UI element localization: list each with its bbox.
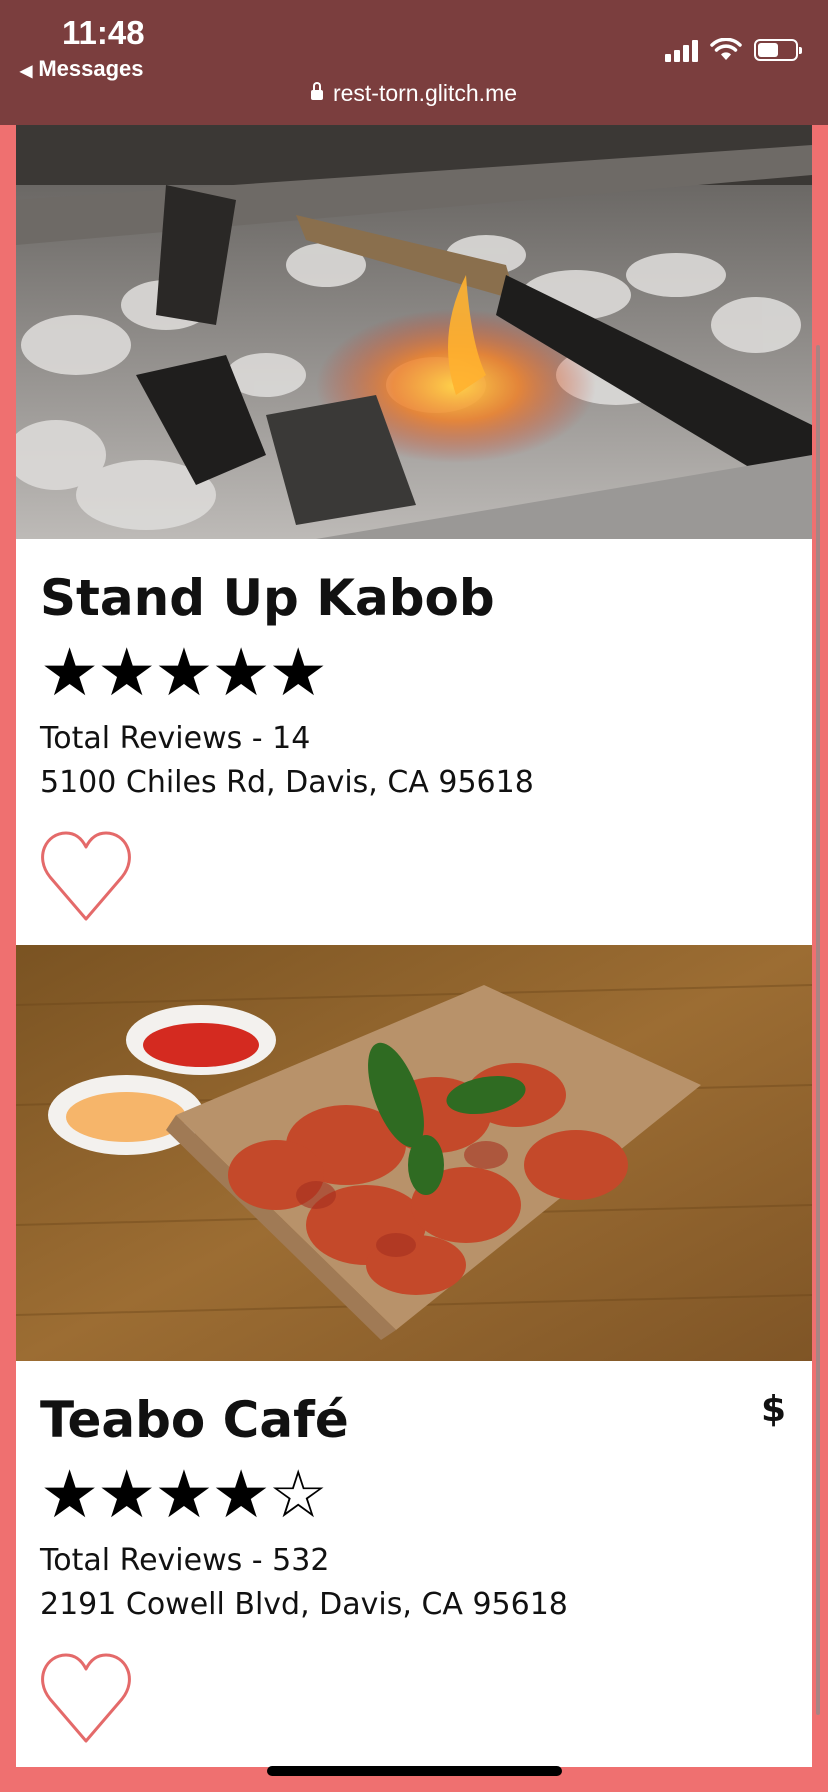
total-reviews: Total Reviews - 532 xyxy=(40,1543,330,1578)
star-rating: ★★★★☆ xyxy=(40,1456,328,1533)
restaurant-list: Stand Up Kabob ★★★★★ Total Reviews - 14 … xyxy=(16,125,812,1767)
kabob-on-grill-photo xyxy=(16,125,812,539)
restaurant-card[interactable]: Teabo Café $ ★★★★☆ Total Reviews - 532 2… xyxy=(16,945,812,1767)
status-time: 11:48 xyxy=(62,14,145,51)
total-reviews: Total Reviews - 14 xyxy=(40,721,311,756)
scrollbar[interactable] xyxy=(816,345,820,1715)
wifi-icon xyxy=(710,38,742,60)
restaurant-address: 2191 Cowell Blvd, Davis, CA 95618 xyxy=(40,1587,568,1622)
signal-icon xyxy=(665,38,698,62)
restaurant-name[interactable]: Stand Up Kabob xyxy=(40,567,788,629)
battery-icon xyxy=(754,39,802,61)
price-level: $ xyxy=(760,1389,786,1430)
browser-top-bar: 11:48 ◀ Messages rest-torn.glitch.me xyxy=(0,0,828,125)
back-triangle-icon: ◀ xyxy=(20,63,33,80)
restaurant-info: Stand Up Kabob ★★★★★ Total Reviews - 14 … xyxy=(16,539,812,945)
back-to-messages-button[interactable]: ◀ Messages xyxy=(20,56,144,82)
restaurant-info: Teabo Café $ ★★★★☆ Total Reviews - 532 2… xyxy=(16,1361,812,1767)
restaurant-card[interactable]: Stand Up Kabob ★★★★★ Total Reviews - 14 … xyxy=(16,125,812,945)
status-icons xyxy=(665,38,802,62)
address-bar[interactable]: rest-torn.glitch.me xyxy=(0,80,828,107)
back-label: Messages xyxy=(38,56,144,81)
home-indicator[interactable] xyxy=(267,1766,562,1776)
heart-icon[interactable] xyxy=(40,827,132,927)
heart-icon[interactable] xyxy=(40,1649,132,1749)
url-text: rest-torn.glitch.me xyxy=(332,80,518,106)
fried-chicken-with-sauces-photo xyxy=(16,945,812,1361)
restaurant-address: 5100 Chiles Rd, Davis, CA 95618 xyxy=(40,765,534,800)
restaurant-name[interactable]: Teabo Café xyxy=(40,1389,788,1451)
lock-icon xyxy=(310,82,323,100)
star-rating: ★★★★★ xyxy=(40,634,328,711)
